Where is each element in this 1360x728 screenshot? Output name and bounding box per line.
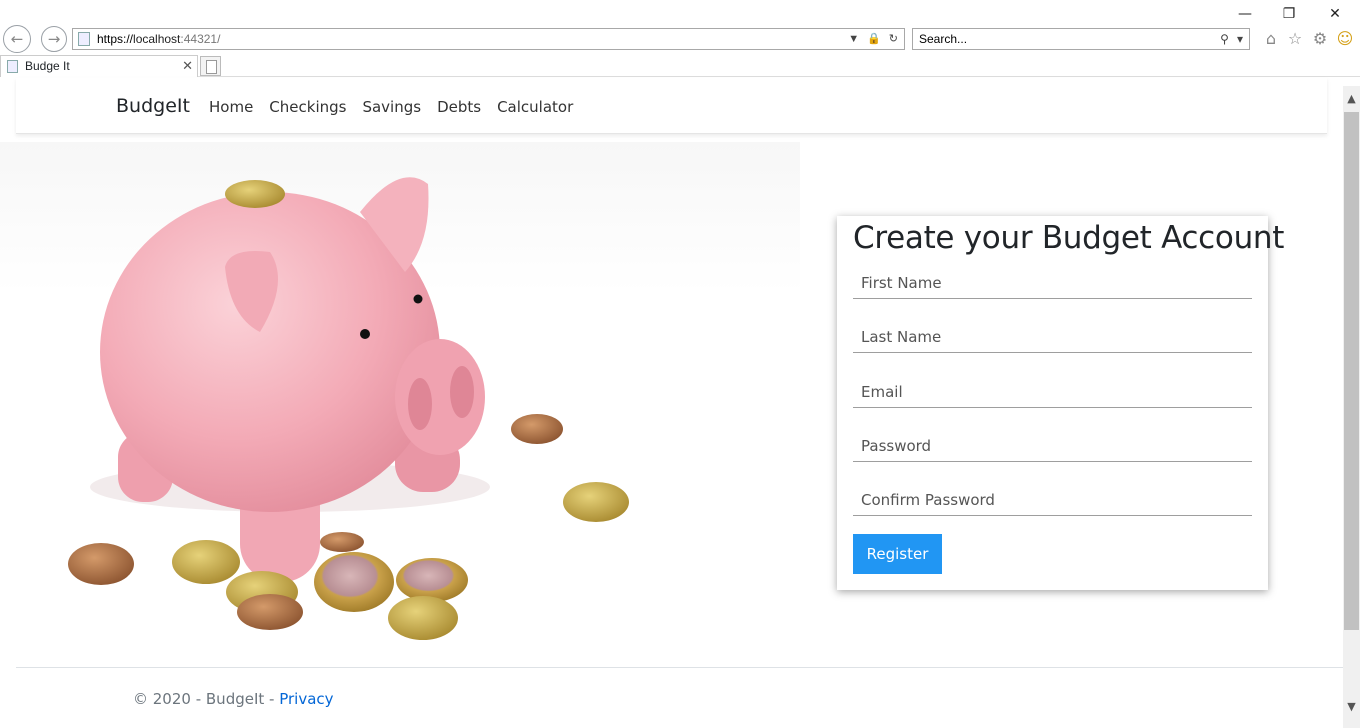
nav-home[interactable]: Home	[209, 98, 253, 116]
site-navbar: BudgeIt Home Checkings Savings Debts Cal…	[16, 78, 1327, 134]
last-name-field[interactable]: Last Name	[853, 323, 1252, 353]
address-bar[interactable]: https://localhost:44321/ ▼ 🔒 ↻	[72, 28, 905, 50]
footer-divider	[16, 667, 1343, 668]
url-host: localhost	[133, 32, 181, 46]
restore-icon[interactable]: ❐	[1266, 2, 1312, 26]
tab-favicon-icon	[7, 60, 18, 73]
register-card: Create your Budget Account First Name La…	[837, 216, 1284, 590]
footer-text: © 2020 - BudgeIt -	[133, 690, 280, 708]
tab-title: Budge It	[25, 59, 70, 73]
first-name-field[interactable]: First Name	[853, 269, 1252, 299]
scroll-up-icon[interactable]: ▲	[1343, 90, 1360, 107]
vertical-scrollbar[interactable]: ▲ ▼	[1343, 86, 1360, 728]
piggy-bank-image	[0, 142, 800, 647]
nav-checkings[interactable]: Checkings	[269, 98, 346, 116]
nav-savings[interactable]: Savings	[362, 98, 421, 116]
piggy-bank-illustration	[68, 177, 629, 640]
new-tab-button[interactable]	[200, 56, 221, 76]
confirm-password-field[interactable]: Confirm Password	[853, 486, 1252, 516]
nav-links: Home Checkings Savings Debts Calculator	[209, 98, 573, 116]
lock-icon[interactable]: 🔒	[867, 29, 881, 49]
brand-logo[interactable]: BudgeIt	[116, 95, 190, 117]
email-field[interactable]: Email	[853, 378, 1252, 408]
home-icon[interactable]: ⌂	[1261, 28, 1281, 48]
forward-icon[interactable]: →	[41, 26, 67, 52]
minimize-icon[interactable]: —	[1222, 2, 1268, 26]
page-icon	[78, 32, 90, 46]
back-icon[interactable]: ←	[3, 25, 31, 53]
scroll-thumb[interactable]	[1344, 112, 1359, 630]
tab-budge-it[interactable]: Budge It ✕	[0, 55, 198, 77]
settings-icon[interactable]: ⚙	[1310, 28, 1330, 48]
footer: © 2020 - BudgeIt - Privacy	[133, 690, 334, 708]
register-button[interactable]: Register	[853, 534, 942, 574]
browser-search-input[interactable]: Search... ⚲ ▾	[912, 28, 1250, 50]
favorites-icon[interactable]: ☆	[1285, 28, 1305, 48]
password-field[interactable]: Password	[853, 432, 1252, 462]
privacy-link[interactable]: Privacy	[279, 690, 333, 708]
nav-debts[interactable]: Debts	[437, 98, 481, 116]
refresh-icon[interactable]: ↻	[889, 29, 898, 49]
url-port: :44321/	[180, 32, 221, 46]
search-icon[interactable]: ⚲	[1220, 29, 1229, 49]
smiley-icon[interactable]: ☺	[1335, 28, 1355, 48]
tab-bar: Budge It ✕	[0, 55, 1360, 77]
scroll-down-icon[interactable]: ▼	[1343, 698, 1360, 715]
search-placeholder: Search...	[919, 32, 968, 46]
nav-calculator[interactable]: Calculator	[497, 98, 573, 116]
search-dropdown-icon[interactable]: ▾	[1237, 29, 1243, 49]
url-protocol: https://	[97, 32, 134, 46]
form-title: Create your Budget Account	[853, 220, 1285, 256]
dropdown-icon[interactable]: ▼	[848, 29, 859, 49]
close-icon[interactable]: ✕	[1312, 2, 1358, 26]
tab-close-icon[interactable]: ✕	[182, 56, 193, 76]
browser-chrome: — ❐ ✕ ← → https://localhost:44321/ ▼ 🔒 ↻…	[0, 0, 1360, 78]
